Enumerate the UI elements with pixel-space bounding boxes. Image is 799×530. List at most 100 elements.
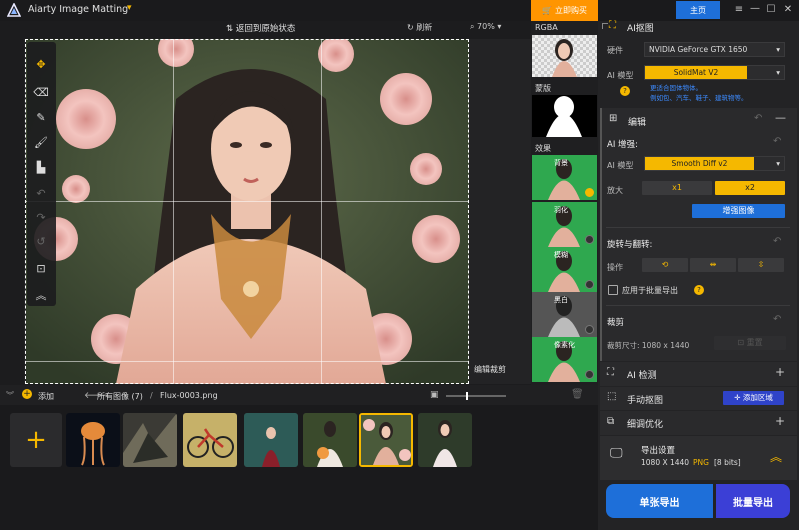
crop-icon: ⊡ — [737, 338, 747, 347]
refine-title: 细调优化 — [627, 420, 664, 430]
buy-now-button[interactable]: 🛒 立即购买 — [531, 0, 598, 21]
undo-icon[interactable]: ↶ — [30, 182, 52, 204]
matting-model-label: AI 模型 — [607, 71, 634, 80]
expand-icon[interactable]: + — [775, 414, 785, 428]
move-tool-icon[interactable]: ✥ — [30, 53, 52, 75]
app-logo-icon — [7, 3, 21, 17]
paint-brush-icon[interactable]: 🖌 — [30, 131, 52, 153]
ai-matting-icon: ⛶ — [609, 20, 616, 31]
minimize-icon[interactable]: — — [748, 2, 762, 16]
ai-detect-icon: ⛶ — [607, 367, 614, 378]
model-hint-line2: 例如包、汽车、鞋子、建筑物等。 — [650, 94, 748, 102]
add-image-label[interactable]: 添加 — [38, 391, 54, 402]
eraser-tool-icon[interactable]: ⌫ — [30, 81, 52, 103]
expand-up-icon[interactable]: ︽ — [770, 448, 782, 465]
reset-icon[interactable]: ↶ — [773, 136, 781, 147]
chevron-down-icon: ▾ — [776, 159, 780, 168]
app-menu-chevron-icon[interactable]: ▾ — [127, 3, 132, 13]
hardware-label: 硬件 — [607, 46, 623, 55]
zoom-control[interactable]: ⌕ 70% ▾ — [470, 22, 501, 32]
hardware-select[interactable]: NVIDIA GeForce GTX 1650 ▾ — [644, 42, 785, 57]
batch-export-checkbox[interactable] — [608, 285, 618, 295]
effect-monochrome[interactable]: 黑白 — [532, 292, 597, 337]
home-button[interactable]: 主页 — [676, 1, 720, 19]
thumbnail-jellyfish[interactable] — [66, 413, 120, 467]
effect-background[interactable]: 背景 — [532, 155, 597, 200]
thumbnail-size-slider[interactable] — [446, 392, 506, 400]
redo-icon[interactable]: ↷ — [30, 206, 52, 228]
collapse-icon[interactable]: — — [775, 111, 786, 124]
divider — [606, 305, 790, 306]
batch-export-button[interactable]: 批量导出 — [716, 484, 790, 518]
single-export-button[interactable]: 单张导出 — [606, 484, 713, 518]
rgba-preview[interactable] — [532, 35, 597, 77]
effect-name: 背景 — [554, 159, 568, 167]
close-icon[interactable]: ✕ — [781, 3, 795, 17]
collapse-up-icon[interactable]: ︽ — [30, 284, 52, 306]
divider — [606, 227, 790, 228]
trash-icon[interactable]: 🗑 — [571, 389, 584, 400]
edit-title: 编辑 — [628, 118, 647, 128]
refresh-label: 刷新 — [416, 23, 433, 32]
image-size-icon: ▣ — [430, 390, 439, 400]
reset-icon[interactable]: ↶ — [754, 113, 762, 124]
maximize-icon[interactable]: ☐ — [764, 3, 778, 17]
export-settings-icon: 🖵 — [610, 446, 623, 461]
toggle-icon — [585, 370, 594, 379]
thumbnail-bicycle[interactable] — [183, 413, 237, 467]
thumbnail-selected-portrait[interactable] — [359, 413, 413, 467]
scale-x1-button[interactable]: x1 — [642, 181, 712, 195]
effect-blur[interactable]: 模糊 — [532, 247, 597, 292]
slider-handle[interactable] — [466, 392, 468, 400]
add-area-button[interactable]: ✛ 添加区域 — [723, 391, 784, 405]
effect-feather[interactable]: 羽化 — [532, 202, 597, 247]
breadcrumb-separator: / — [150, 391, 153, 400]
brush-tool-icon[interactable]: ✎ — [30, 106, 52, 128]
help-icon[interactable]: ? — [694, 285, 704, 295]
add-image-tile[interactable]: + — [10, 413, 62, 467]
batch-export-label: 应用于批量导出 — [622, 286, 678, 295]
rotate-icon[interactable]: ⟲ — [642, 258, 688, 272]
effect-name: 像素化 — [554, 341, 575, 349]
reset-icon[interactable]: ↶ — [773, 314, 781, 325]
expand-icon[interactable]: + — [775, 365, 785, 379]
export-size: 1080 X 1440 — [641, 458, 690, 467]
export-title: 导出设置 — [641, 446, 676, 456]
enhance-image-button[interactable]: 增强图像 — [692, 204, 785, 218]
flip-horizontal-icon[interactable]: ⇹ — [690, 258, 736, 272]
mask-label: 蒙版 — [535, 84, 551, 93]
roller-tool-icon[interactable]: ▙ — [30, 156, 52, 178]
effect-pixelate[interactable]: 像素化 — [532, 337, 597, 382]
help-icon[interactable]: ? — [620, 86, 630, 96]
refresh-button[interactable]: ↻ 刷新 — [407, 22, 432, 33]
refine-icon: ⧉ — [607, 416, 615, 427]
enhance-model-select[interactable]: Smooth Diff v2 ▾ — [644, 156, 785, 171]
corner-mark — [602, 23, 608, 29]
scale-x2-button[interactable]: x2 — [715, 181, 785, 195]
mask-preview[interactable] — [532, 95, 597, 137]
cart-icon: 🛒 — [542, 6, 552, 15]
crop-reset-button[interactable]: ⊡ 重置 — [714, 336, 786, 350]
revert-original-button[interactable]: ⇅ 返回到原始状态 — [226, 22, 295, 34]
flip-vertical-icon[interactable]: ⇳ — [738, 258, 784, 272]
matting-model-select[interactable]: SolidMat V2 ▾ — [644, 65, 785, 80]
enhance-model-label: AI 模型 — [607, 161, 634, 170]
collapse-down-icon[interactable]: ︾ — [6, 390, 14, 401]
breadcrumb-all-images[interactable]: 所有图像 (7) — [97, 391, 143, 402]
menu-icon[interactable]: ≡ — [732, 3, 746, 17]
reset-icon[interactable]: ↶ — [773, 236, 781, 247]
thumbnail-white-dress[interactable] — [418, 413, 472, 467]
export-bits: [8 bits] — [714, 458, 741, 467]
revert-icon: ⇅ — [226, 24, 236, 34]
add-icon[interactable]: + — [22, 389, 32, 399]
thumbnail-abstract[interactable] — [123, 413, 177, 467]
manual-matting-icon: ⬚ — [607, 391, 617, 402]
thumbnail-bouquet-girl[interactable] — [303, 413, 357, 467]
thumbnail-forest-girl[interactable] — [244, 413, 298, 467]
revert-label: 返回到原始状态 — [235, 24, 296, 34]
effect-name: 羽化 — [554, 206, 568, 214]
reset-icon[interactable]: ↺ — [30, 230, 52, 252]
fit-screen-icon[interactable]: ⊡ — [30, 257, 52, 279]
chevron-down-icon: ▾ — [497, 22, 502, 31]
crop-frame[interactable] — [25, 39, 469, 384]
